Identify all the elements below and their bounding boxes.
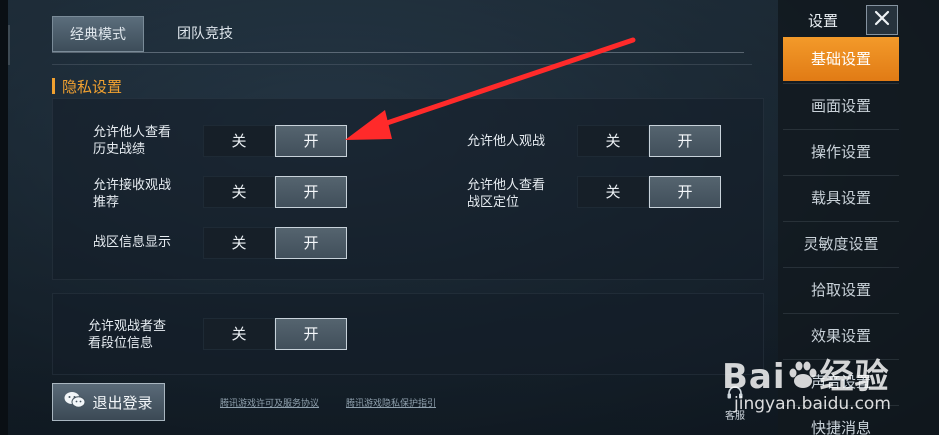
close-icon [874, 10, 890, 30]
label-line-2: 看段位信息 [88, 336, 154, 351]
toggle-zone-location: 关 开 [577, 176, 721, 208]
logout-button[interactable]: 退出登录 [52, 383, 165, 421]
logout-label: 退出登录 [92, 393, 153, 412]
toggle-label-rank-info: 允许观战者查 看段位信息 [88, 318, 166, 352]
toggle-off-button[interactable]: 关 [203, 227, 275, 259]
toggle-spectate: 关 开 [577, 125, 721, 157]
toggle-view-history: 关 开 [203, 125, 347, 157]
toggle-label-view-history: 允许他人查看 历史战绩 [93, 124, 171, 158]
tab-team-deathmatch[interactable]: 团队竞技 [160, 16, 250, 52]
toggle-off-button[interactable]: 关 [203, 125, 275, 157]
service-agreement-link[interactable]: 腾讯游戏许可及服务协议 [220, 396, 319, 409]
sidebar-item-effects[interactable]: 效果设置 [783, 314, 899, 358]
toggle-off-button[interactable]: 关 [577, 176, 649, 208]
decorative-mark [8, 25, 10, 65]
tab-divider [52, 52, 744, 53]
label-line-2: 推荐 [93, 195, 120, 210]
toggle-off-button[interactable]: 关 [203, 176, 275, 208]
label-line-2: 历史战绩 [93, 142, 146, 157]
label-line-1: 允许他人查看 [467, 178, 546, 193]
sidebar-title: 设置 [808, 12, 839, 30]
sidebar-item-basic[interactable]: 基础设置 [783, 37, 899, 81]
close-button[interactable] [866, 5, 898, 35]
sidebar-item-sound[interactable]: 声音设置 [783, 360, 899, 404]
toggle-off-button[interactable]: 关 [203, 318, 275, 350]
label-line-1: 允许观战者查 [88, 319, 167, 334]
toggle-on-button[interactable]: 开 [649, 125, 721, 157]
toggle-label-spectate-recommend: 允许接收观战 推荐 [93, 177, 171, 211]
sidebar-item-vehicle[interactable]: 载具设置 [783, 176, 899, 220]
toggle-on-button[interactable]: 开 [275, 176, 347, 208]
sidebar-item-graphics[interactable]: 画面设置 [783, 84, 899, 128]
wechat-icon [64, 391, 86, 413]
toggle-zone-info: 关 开 [203, 227, 347, 259]
toggle-off-button[interactable]: 关 [577, 125, 649, 157]
settings-screen: 经典模式 团队竞技 隐私设置 允许他人查看 历史战绩 关 开 允许他人观战 关 … [0, 0, 939, 435]
customer-service-button[interactable]: 客服 [720, 385, 750, 422]
toggle-label-zone-location: 允许他人查看 战区定位 [467, 177, 545, 211]
toggle-label-spectate: 允许他人观战 [467, 134, 546, 149]
label-line-2: 战区定位 [467, 195, 520, 210]
sidebar-item-sensitivity[interactable]: 灵敏度设置 [783, 222, 899, 266]
left-edge-strip [0, 0, 8, 435]
headset-icon [726, 386, 744, 405]
sidebar-item-quick-messages[interactable]: 快捷消息 [783, 406, 899, 435]
privacy-policy-link[interactable]: 腾讯游戏隐私保护指引 [346, 396, 436, 409]
section-accent-bar [52, 78, 55, 94]
customer-service-label: 客服 [725, 411, 745, 422]
label-line-1: 允许他人查看 [93, 125, 172, 140]
toggle-rank-info: 关 开 [203, 318, 347, 350]
sidebar-item-pickup[interactable]: 拾取设置 [783, 268, 899, 312]
toggle-on-button[interactable]: 开 [275, 125, 347, 157]
toggle-label-zone-info: 战区信息显示 [93, 235, 172, 250]
tab-classic-mode[interactable]: 经典模式 [52, 16, 144, 52]
section-divider [52, 64, 752, 65]
toggle-on-button[interactable]: 开 [649, 176, 721, 208]
toggle-on-button[interactable]: 开 [275, 318, 347, 350]
toggle-on-button[interactable]: 开 [275, 227, 347, 259]
toggle-spectate-recommend: 关 开 [203, 176, 347, 208]
label-line-1: 允许接收观战 [93, 178, 172, 193]
sidebar-item-controls[interactable]: 操作设置 [783, 130, 899, 174]
section-title: 隐私设置 [62, 78, 123, 96]
